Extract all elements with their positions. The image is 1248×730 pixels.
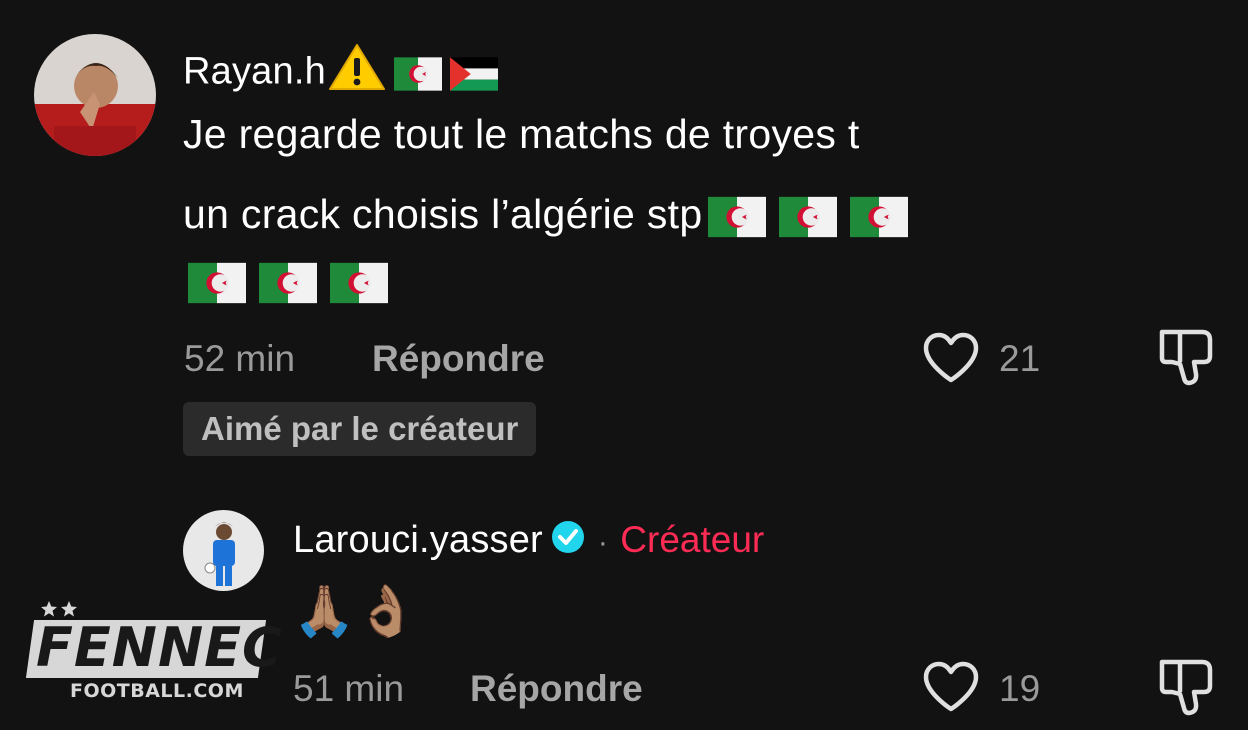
dislike-button[interactable] — [1158, 658, 1214, 721]
algeria-flag-icon — [850, 196, 908, 238]
fennec-football-watermark: FENNEC FOOTBALL.COM — [25, 600, 282, 704]
dislike-button[interactable] — [1158, 328, 1214, 391]
reply-button[interactable]: Répondre — [372, 338, 545, 380]
algeria-flag-icon — [188, 262, 246, 304]
palestine-flag-icon — [450, 57, 498, 91]
avatar[interactable] — [183, 510, 264, 591]
creator-label: Créateur — [620, 519, 765, 560]
comment-username: Rayan.h — [183, 42, 498, 93]
like-button[interactable] — [922, 332, 980, 389]
like-button[interactable] — [922, 661, 980, 718]
watermark-subtitle: FOOTBALL.COM — [70, 680, 244, 702]
comment-emoji-text: 🙏🏽👌🏽 — [293, 582, 418, 640]
algeria-flag-icon — [779, 196, 837, 238]
like-count: 21 — [999, 338, 1041, 379]
algeria-flag-icon — [394, 57, 442, 91]
algeria-flag-icon — [708, 196, 766, 238]
thumbs-down-icon — [1159, 659, 1213, 716]
watermark-title: FENNEC — [36, 616, 283, 679]
comment-time: 51 min — [293, 668, 405, 709]
algeria-flag-icon — [330, 262, 388, 304]
liked-by-creator-badge: Aimé par le créateur — [183, 402, 537, 456]
comment-header: Larouci.yasser · Créateur — [293, 515, 764, 565]
heart-icon — [923, 332, 979, 383]
separator-dot: · — [597, 526, 608, 559]
heart-icon — [923, 661, 979, 712]
algeria-flag-icon — [259, 262, 317, 304]
comment-text: Je regarde tout le matchs de troyes t un… — [183, 94, 1183, 254]
comment-text-line: un crack choisis l’algérie stp — [183, 174, 1183, 254]
avatar[interactable] — [34, 34, 156, 156]
comment-text-line: Je regarde tout le matchs de troyes t — [183, 111, 860, 157]
verified-icon — [551, 520, 585, 575]
comment-time: 52 min — [184, 338, 296, 379]
reply-button[interactable]: Répondre — [470, 668, 643, 710]
thumbs-down-icon — [1159, 329, 1213, 386]
flag-row — [188, 262, 401, 304]
comment-username[interactable]: Larouci.yasser — [293, 519, 543, 561]
like-count: 19 — [999, 668, 1041, 709]
